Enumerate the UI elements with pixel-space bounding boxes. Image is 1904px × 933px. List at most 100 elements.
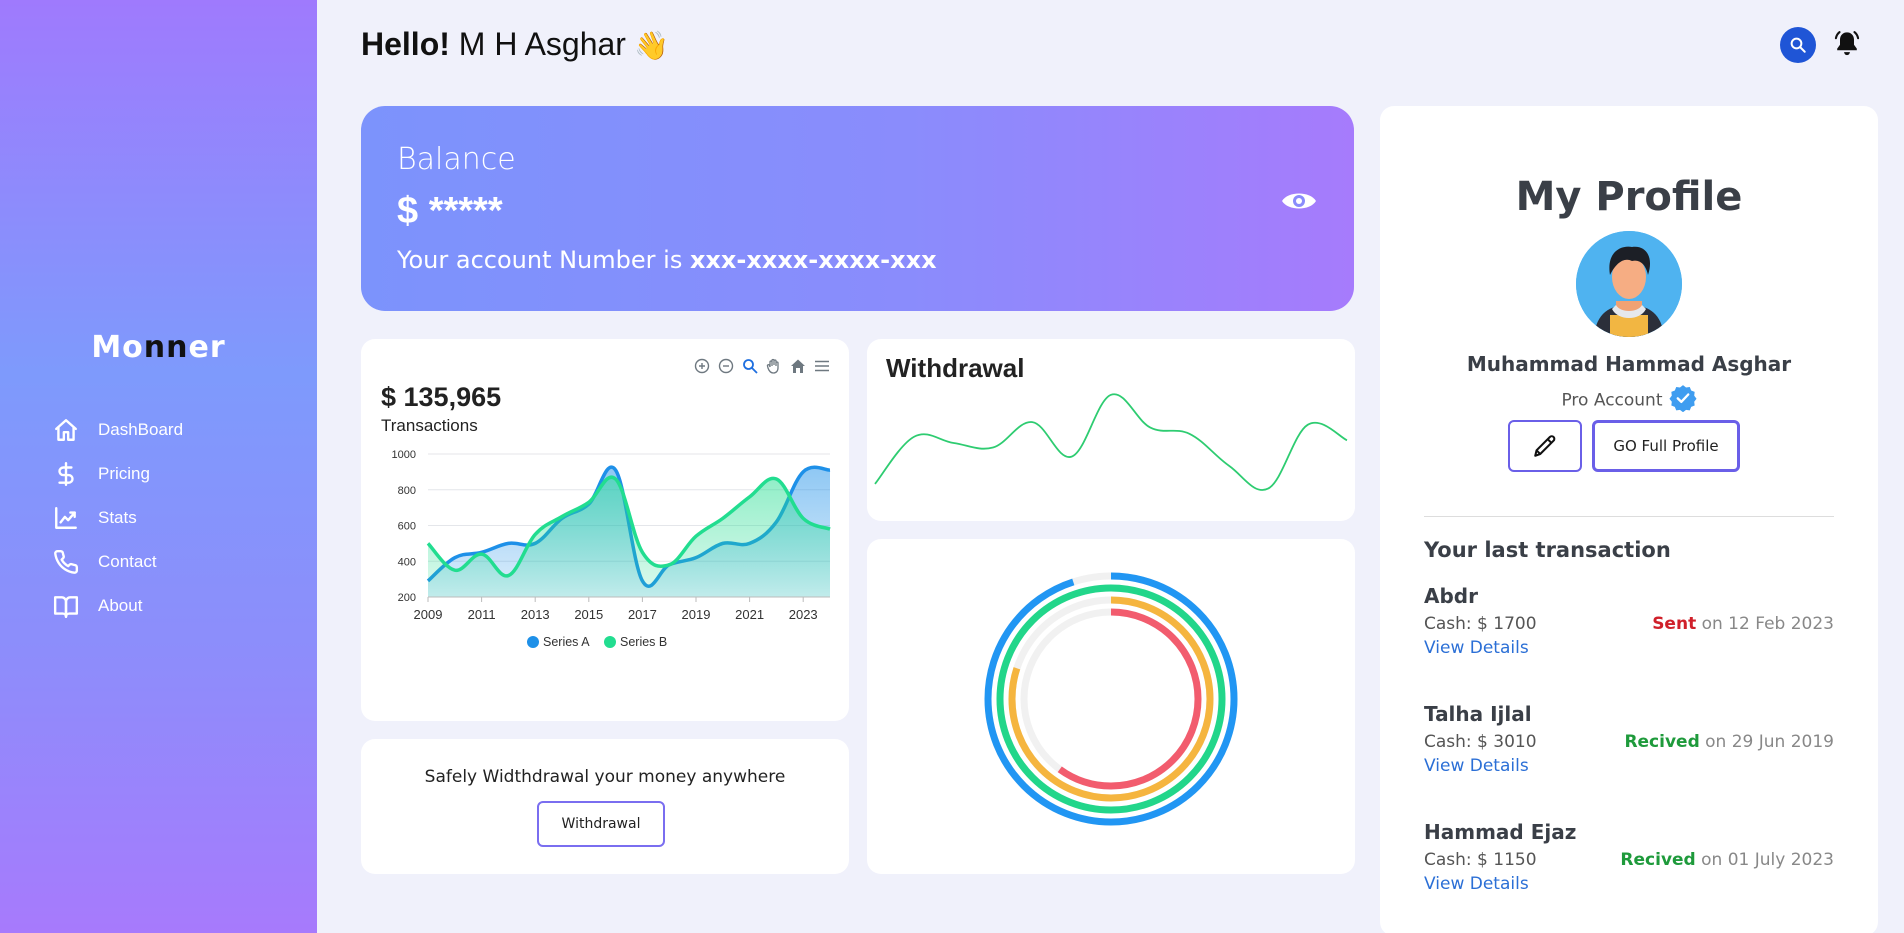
- verified-badge-icon: [1668, 384, 1697, 417]
- search-icon: [1790, 37, 1806, 53]
- view-details-link[interactable]: View Details: [1424, 874, 1529, 894]
- chart-line-icon: [52, 504, 80, 532]
- sidebar-item-dashboard[interactable]: DashBoard: [52, 408, 183, 452]
- withdrawal-button[interactable]: Withdrawal: [537, 801, 665, 847]
- balance-label: Balance: [397, 142, 516, 177]
- account-type: Pro Account: [1380, 384, 1878, 417]
- go-full-profile-button[interactable]: GO Full Profile: [1592, 420, 1740, 472]
- transaction-cash: Cash: $ 1150: [1424, 850, 1537, 870]
- view-details-link[interactable]: View Details: [1424, 638, 1529, 658]
- account-number-text: Your account Number is xxx-xxxx-xxxx-xxx: [397, 246, 937, 274]
- legend-label[interactable]: Series B: [620, 635, 667, 649]
- divider: [1424, 516, 1834, 517]
- view-details-link[interactable]: View Details: [1424, 756, 1529, 776]
- pan-hand-icon[interactable]: [765, 357, 783, 375]
- eye-icon[interactable]: [1281, 188, 1317, 219]
- magnify-icon[interactable]: [741, 357, 759, 375]
- x-tick-label: 2023: [789, 607, 818, 622]
- radial-bar: [996, 584, 1226, 814]
- sidebar-item-label: Contact: [98, 552, 157, 571]
- app-logo[interactable]: Monner: [0, 330, 317, 365]
- x-tick-label: 2021: [735, 607, 764, 622]
- pencil-icon: [1534, 435, 1556, 457]
- y-tick-label: 1000: [392, 449, 416, 461]
- sidebar-item-pricing[interactable]: Pricing: [52, 452, 183, 496]
- sparkline-path: [874, 393, 1348, 491]
- book-icon: [52, 592, 80, 620]
- sidebar-item-stats[interactable]: Stats: [52, 496, 183, 540]
- transaction-cash: Cash: $ 3010: [1424, 732, 1537, 752]
- transaction-status: Sent: [1652, 614, 1697, 634]
- home-icon: [52, 416, 80, 444]
- dollar-icon: [52, 460, 80, 488]
- transaction-item: Talha Ijlal Cash: $ 3010 Recived on 29 Ju…: [1424, 702, 1834, 776]
- zoom-in-icon[interactable]: [693, 357, 711, 375]
- transaction-item: Abdr Cash: $ 1700 Sent on 12 Feb 2023 Vie…: [1424, 584, 1834, 658]
- y-tick-label: 200: [398, 592, 416, 604]
- chart-toolbar: [693, 357, 831, 375]
- account-number: xxx-xxxx-xxxx-xxx: [689, 246, 937, 274]
- sidebar-nav: DashBoard Pricing Stats Contact About: [52, 408, 183, 628]
- transaction-status: Recived: [1624, 732, 1700, 752]
- sidebar-item-label: Pricing: [98, 464, 150, 483]
- greeting: Hello! M H Asghar 👋: [361, 26, 669, 62]
- sidebar-item-contact[interactable]: Contact: [52, 540, 183, 584]
- series-area: [428, 477, 830, 597]
- withdrawal-sparkline-card: Withdrawal: [867, 339, 1355, 521]
- transaction-date: on 01 July 2023: [1695, 850, 1834, 870]
- transaction-status-line: Recived on 29 Jun 2019: [1624, 732, 1834, 752]
- menu-icon[interactable]: [813, 357, 831, 375]
- sidebar: Monner DashBoard Pricing Stats Contact A…: [0, 0, 317, 933]
- search-button[interactable]: [1780, 27, 1816, 63]
- transactions-amount: $ 135,965: [381, 382, 502, 412]
- y-tick-label: 800: [398, 485, 416, 497]
- transaction-status-line: Recived on 01 July 2023: [1620, 850, 1834, 870]
- sidebar-item-label: Stats: [98, 508, 137, 527]
- x-tick-label: 2019: [682, 607, 711, 622]
- transaction-item: Hammad Ejaz Cash: $ 1150 Recived on 01 Ju…: [1424, 820, 1834, 894]
- reset-home-icon[interactable]: [789, 357, 807, 375]
- zoom-out-icon[interactable]: [717, 357, 735, 375]
- balance-card: Balance $ ***** Your account Number is x…: [361, 106, 1354, 311]
- sidebar-item-about[interactable]: About: [52, 584, 183, 628]
- transaction-date: on 29 Jun 2019: [1699, 732, 1834, 752]
- profile-title: My Profile: [1515, 174, 1743, 220]
- last-transaction-title: Your last transaction: [1424, 538, 1671, 562]
- phone-icon: [52, 548, 80, 576]
- balance-amount: $ *****: [397, 190, 503, 232]
- y-tick-label: 600: [398, 521, 416, 533]
- withdrawal-promo-card: Safely Widthdrawal your money anywhere W…: [361, 739, 849, 874]
- profile-card: My Profile Muhammad Hammad Asghar Pro Ac…: [1380, 106, 1878, 933]
- transaction-name: Abdr: [1424, 584, 1478, 608]
- withdrawal-sparkline: [874, 393, 1348, 491]
- transaction-name: Hammad Ejaz: [1424, 820, 1577, 844]
- transaction-name: Talha Ijlal: [1424, 702, 1532, 726]
- transactions-chart-card: $ 135,965 Transactions 1000 800 600 400 200 2…: [361, 339, 849, 721]
- transactions-label: Transactions: [381, 416, 478, 435]
- legend-marker: [527, 636, 539, 648]
- radial-bar-chart: [984, 572, 1238, 826]
- profile-name: Muhammad Hammad Asghar: [1466, 352, 1792, 376]
- sidebar-item-label: DashBoard: [98, 420, 184, 439]
- legend-label[interactable]: Series A: [543, 635, 590, 649]
- avatar: [1576, 231, 1682, 337]
- transaction-status: Recived: [1620, 850, 1696, 870]
- transaction-date: on 12 Feb 2023: [1696, 614, 1834, 634]
- transactions-area-chart: 1000 800 600 400 200 2009 2011 2013 2015 2017 2019…: [392, 449, 831, 649]
- y-tick-label: 400: [398, 556, 416, 568]
- edit-profile-button[interactable]: [1508, 420, 1582, 472]
- transaction-cash: Cash: $ 1700: [1424, 614, 1537, 634]
- bell-icon: [1834, 31, 1860, 56]
- x-tick-label: 2017: [628, 607, 657, 622]
- sidebar-item-label: About: [98, 596, 143, 615]
- radial-bar-card: [867, 539, 1355, 874]
- x-tick-label: 2009: [414, 607, 443, 622]
- waving-hand-icon: 👋: [633, 30, 669, 61]
- x-tick-label: 2013: [521, 607, 550, 622]
- legend-marker: [604, 636, 616, 648]
- transaction-status-line: Sent on 12 Feb 2023: [1652, 614, 1834, 634]
- x-tick-label: 2011: [468, 607, 496, 622]
- notifications-button[interactable]: [1830, 27, 1864, 61]
- withdrawal-promo-text: Safely Widthdrawal your money anywhere: [424, 767, 786, 787]
- x-tick-label: 2015: [574, 607, 603, 622]
